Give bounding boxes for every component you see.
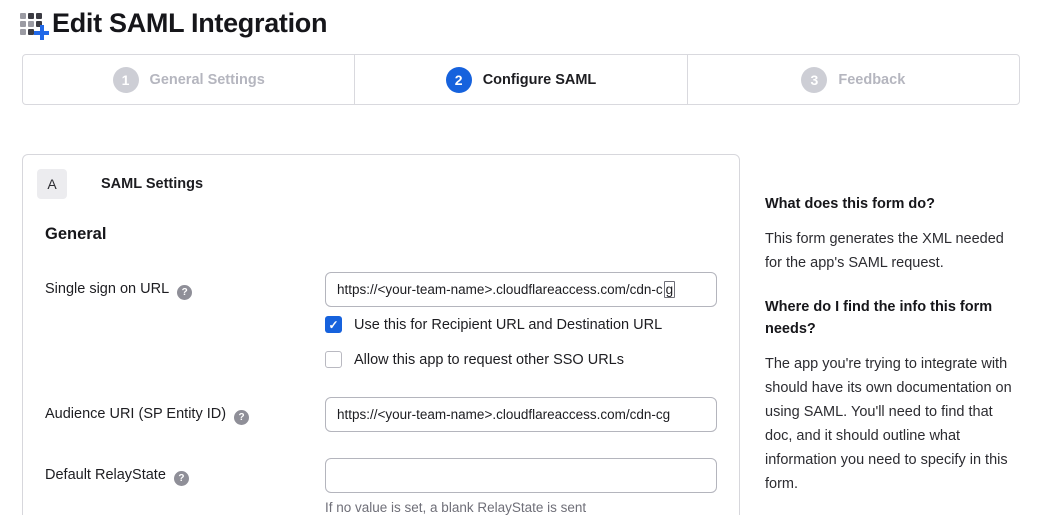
audience-uri-label: Audience URI (SP Entity ID)?	[45, 397, 325, 425]
other-sso-urls-checkbox-row: ✓ Allow this app to request other SSO UR…	[325, 351, 717, 368]
page-title: Edit SAML Integration	[52, 8, 327, 39]
plus-icon	[34, 25, 49, 40]
recipient-url-checkbox-row: ✓ Use this for Recipient URL and Destina…	[325, 316, 717, 333]
sidebar-body-where: The app you're trying to integrate with …	[765, 352, 1019, 496]
help-icon[interactable]: ?	[177, 285, 192, 300]
edit-saml-integration-page: Edit SAML Integration 1 General Settings…	[0, 0, 1063, 515]
general-group-heading: General	[45, 225, 725, 244]
saml-settings-header: A SAML Settings	[37, 169, 725, 199]
text-cursor: g	[664, 281, 676, 298]
checkmark-icon: ✓	[328, 319, 338, 331]
audience-uri-field-column: https://<your-team-name>.cloudflareacces…	[325, 397, 717, 432]
audience-uri-input[interactable]: https://<your-team-name>.cloudflareacces…	[325, 397, 717, 432]
page-header: Edit SAML Integration	[0, 0, 1063, 39]
wizard-step-feedback[interactable]: 3 Feedback	[687, 55, 1019, 104]
step-number-badge: 3	[801, 67, 827, 93]
form-row-sso-url: Single sign on URL? https://<your-team-n…	[45, 272, 725, 368]
other-sso-urls-checkbox-label: Allow this app to request other SSO URLs	[354, 352, 624, 368]
wizard-step-general-settings[interactable]: 1 General Settings	[23, 55, 354, 104]
step-label: Configure SAML	[483, 72, 597, 88]
other-sso-urls-checkbox[interactable]: ✓	[325, 351, 342, 368]
form-row-relay-state: Default RelayState? If no value is set, …	[45, 458, 725, 515]
add-app-icon	[20, 10, 47, 37]
step-label: Feedback	[838, 72, 905, 88]
help-sidebar: What does this form do? This form genera…	[765, 154, 1019, 515]
sso-url-field-column: https://<your-team-name>.cloudflareacces…	[325, 272, 717, 368]
relay-state-field-column: If no value is set, a blank RelayState i…	[325, 458, 717, 515]
step-number-badge: 1	[113, 67, 139, 93]
wizard-step-configure-saml[interactable]: 2 Configure SAML	[354, 55, 686, 104]
help-icon[interactable]: ?	[174, 471, 189, 486]
section-title: SAML Settings	[101, 176, 203, 192]
relay-state-label: Default RelayState?	[45, 458, 325, 486]
sso-url-input[interactable]: https://<your-team-name>.cloudflareacces…	[325, 272, 717, 307]
step-label: General Settings	[150, 72, 265, 88]
recipient-url-checkbox-label: Use this for Recipient URL and Destinati…	[354, 317, 662, 333]
main-content: A SAML Settings General Single sign on U…	[0, 105, 1063, 515]
relay-state-helper-text: If no value is set, a blank RelayState i…	[325, 500, 717, 515]
form-row-audience-uri: Audience URI (SP Entity ID)? https://<yo…	[45, 397, 725, 432]
sso-url-label: Single sign on URL?	[45, 272, 325, 300]
help-icon[interactable]: ?	[234, 410, 249, 425]
sidebar-heading-where: Where do I find the info this form needs…	[765, 296, 1019, 340]
saml-form: Single sign on URL? https://<your-team-n…	[37, 272, 725, 515]
saml-settings-card: A SAML Settings General Single sign on U…	[22, 154, 740, 515]
audience-uri-value: https://<your-team-name>.cloudflareacces…	[337, 407, 670, 422]
step-wizard: 1 General Settings 2 Configure SAML 3 Fe…	[22, 54, 1020, 105]
section-badge: A	[37, 169, 67, 199]
step-number-badge: 2	[446, 67, 472, 93]
recipient-url-checkbox[interactable]: ✓	[325, 316, 342, 333]
sso-url-value: https://<your-team-name>.cloudflareacces…	[337, 282, 663, 297]
relay-state-input[interactable]	[325, 458, 717, 493]
sidebar-heading-what: What does this form do?	[765, 193, 1019, 215]
sidebar-body-what: This form generates the XML needed for t…	[765, 227, 1019, 275]
